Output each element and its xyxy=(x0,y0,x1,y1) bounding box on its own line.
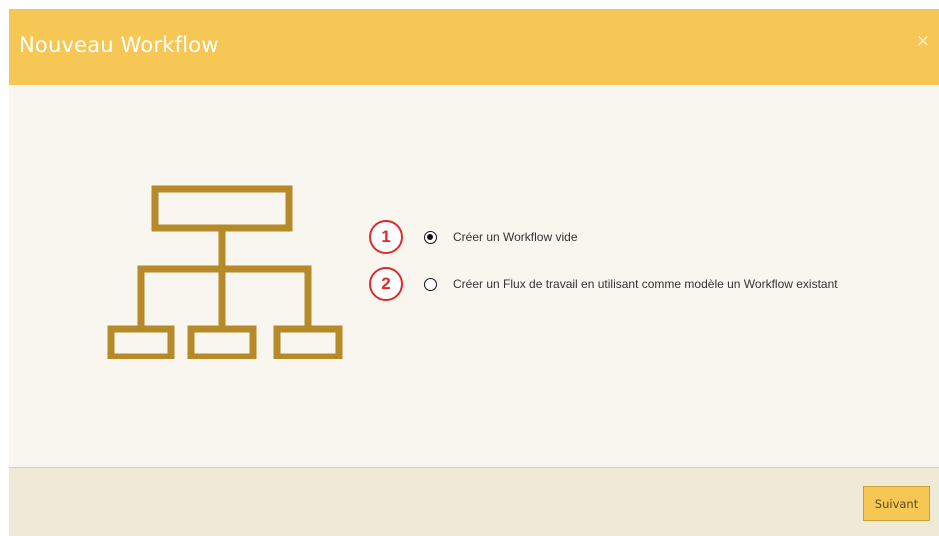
dialog-header: Nouveau Workflow × xyxy=(9,9,939,85)
option-empty-workflow[interactable]: 1 Créer un Workflow vide xyxy=(369,219,929,257)
dialog-title: Nouveau Workflow xyxy=(19,33,219,57)
dialog-body: 1 Créer un Workflow vide 2 Créer un Flux… xyxy=(9,85,939,467)
next-button[interactable]: Suivant xyxy=(863,486,930,521)
workflow-hierarchy-icon xyxy=(107,185,343,359)
hierarchy-child-box-center xyxy=(187,325,257,359)
option-template-workflow[interactable]: 2 Créer un Flux de travail en utilisant … xyxy=(369,266,929,304)
hierarchy-child-box-right xyxy=(273,325,343,359)
option-label-template-workflow: Créer un Flux de travail en utilisant co… xyxy=(453,277,838,291)
step-badge-1: 1 xyxy=(369,220,403,254)
hierarchy-child-box-left xyxy=(107,325,175,359)
step-badge-2: 2 xyxy=(369,267,403,301)
radio-empty-workflow[interactable] xyxy=(424,231,437,244)
close-icon[interactable]: × xyxy=(916,31,930,51)
new-workflow-dialog: Nouveau Workflow × 1 Créer un Workflow v… xyxy=(9,9,939,536)
radio-template-workflow[interactable] xyxy=(424,278,437,291)
hierarchy-top-box xyxy=(151,185,293,232)
option-label-empty-workflow: Créer un Workflow vide xyxy=(453,230,578,244)
dialog-footer: Suivant xyxy=(9,468,939,536)
